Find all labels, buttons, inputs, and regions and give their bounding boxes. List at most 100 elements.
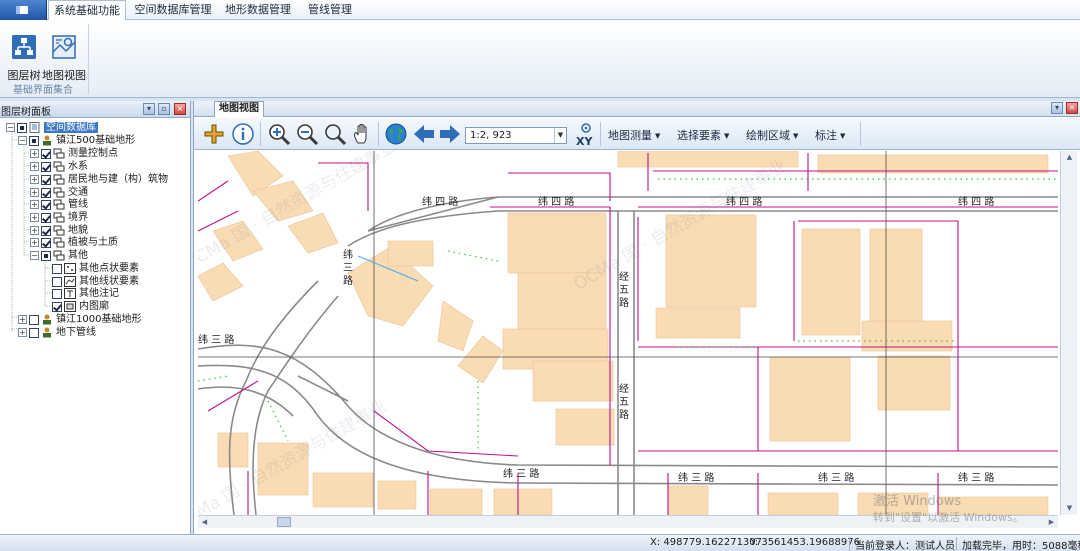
scroll-left-icon[interactable]: ◀ <box>198 516 211 529</box>
add-data-button[interactable] <box>202 122 226 146</box>
scale-select[interactable]: 1:2, 923 ▼ <box>465 127 567 144</box>
tree-expand-toggle[interactable]: + <box>30 188 39 197</box>
ribbon-group-separator <box>88 24 89 94</box>
tree-checkbox[interactable] <box>41 187 51 198</box>
tree-checkbox[interactable] <box>52 288 62 299</box>
panel-pin-button[interactable]: ▫ <box>158 103 170 115</box>
map-horizontal-scrollbar[interactable]: ◀ ▶ <box>198 515 1058 528</box>
tree-checkbox[interactable] <box>29 327 39 338</box>
scrollbar-thumb[interactable] <box>277 517 291 527</box>
road-label: 纬 三 路 <box>198 333 234 346</box>
tree-checkbox[interactable] <box>41 174 51 185</box>
tree-expand-toggle[interactable]: + <box>30 149 39 158</box>
goto-xy-label: XY <box>576 135 593 148</box>
tree-checkbox[interactable] <box>52 276 62 287</box>
chevron-down-icon: ▼ <box>724 132 730 140</box>
tree-node-pipeline[interactable]: + 管线 <box>30 198 88 211</box>
tab-map-view[interactable]: 地图视图 <box>214 101 264 117</box>
tree-expand-toggle[interactable]: + <box>30 200 39 209</box>
tree-node-inner-frame[interactable]: 内图廓 <box>52 300 109 313</box>
tree-node-control-points[interactable]: + 测量控制点 <box>30 147 118 160</box>
tree-checkbox[interactable] <box>29 314 39 325</box>
tree-expand-toggle[interactable]: + <box>30 175 39 184</box>
tree-expand-toggle[interactable]: + <box>30 238 39 247</box>
tree-checkbox[interactable] <box>41 148 51 159</box>
tree-checkbox[interactable] <box>17 122 27 133</box>
tree-node-zhenjiang-1000[interactable]: + 镇江1000基础地形 <box>18 313 141 326</box>
doc-close-button[interactable]: × <box>1066 102 1078 114</box>
tree-label: 镇江1000基础地形 <box>56 314 142 325</box>
tree-label: 居民地与建（构）筑物 <box>68 174 168 185</box>
layer-stack-icon <box>53 199 65 210</box>
tree-checkbox[interactable] <box>41 250 51 261</box>
map-vertical-scrollbar[interactable]: ▲ ▼ <box>1060 151 1077 515</box>
map-view-button[interactable]: 地图视图 <box>42 24 86 86</box>
map-view-panel: 地图视图 ▾ × 1:2, 923 ▼ XY 地图测量 ▼ 选择要素 ▼ 绘制区… <box>193 101 1080 534</box>
tree-node-zhenjiang-500[interactable]: − 镇江500基础地形 <box>18 134 135 147</box>
label-menu[interactable]: 标注 ▼ <box>815 127 845 143</box>
tree-node-other-points[interactable]: 其他点状要素 <box>52 262 139 275</box>
tree-expand-toggle[interactable]: + <box>18 328 27 337</box>
tree-expand-toggle[interactable]: + <box>18 315 27 324</box>
tree-label: 水系 <box>68 161 88 172</box>
tree-checkbox[interactable] <box>52 263 62 274</box>
tab-spatial-db[interactable]: 空间数据库管理 <box>130 0 216 20</box>
panel-close-button[interactable]: × <box>174 103 186 115</box>
zoom-extent-button[interactable] <box>323 122 347 146</box>
tree-expand-toggle[interactable]: + <box>30 226 39 235</box>
tree-node-residential[interactable]: + 居民地与建（构）筑物 <box>30 173 168 186</box>
tree-label: 管线 <box>68 199 88 210</box>
zoom-in-button[interactable] <box>267 122 291 146</box>
tree-checkbox[interactable] <box>41 212 51 223</box>
tree-node-other-annotations[interactable]: 其他注记 <box>52 287 119 300</box>
tree-label: 空间数据库 <box>44 122 98 133</box>
scroll-up-icon[interactable]: ▲ <box>1063 151 1076 164</box>
tree-expand-toggle[interactable]: + <box>30 213 39 222</box>
tree-collapse-toggle[interactable]: − <box>30 251 39 260</box>
ribbon-group-label: 基础界面集合 <box>13 85 73 96</box>
layer-stack-icon <box>53 161 65 172</box>
pan-hand-button[interactable] <box>351 122 375 146</box>
tree-checkbox[interactable] <box>41 225 51 236</box>
tree-node-other[interactable]: − 其他 <box>30 249 88 262</box>
tree-collapse-toggle[interactable]: − <box>18 136 27 145</box>
tree-node-spatial-db[interactable]: − 空间数据库 <box>6 121 98 134</box>
layer-tree-button[interactable]: 图层树 <box>4 24 44 86</box>
full-extent-globe-button[interactable] <box>384 122 408 146</box>
tree-expand-toggle[interactable]: + <box>30 162 39 171</box>
previous-extent-button[interactable] <box>412 122 436 146</box>
tree-checkbox[interactable] <box>41 199 51 210</box>
chevron-down-icon: ▼ <box>655 132 661 140</box>
tab-terrain-data[interactable]: 地形数据管理 <box>220 0 296 20</box>
select-feature-menu[interactable]: 选择要素 ▼ <box>677 127 729 143</box>
tree-checkbox[interactable] <box>41 237 51 248</box>
menu-label: 绘制区域 <box>746 129 790 142</box>
scroll-right-icon[interactable]: ▶ <box>1045 516 1058 529</box>
layer-stack-icon <box>53 250 65 261</box>
tab-pipeline[interactable]: 管线管理 <box>300 0 360 20</box>
map-measure-menu[interactable]: 地图测量 ▼ <box>608 127 660 143</box>
map-canvas[interactable]: 纬 四 路 纬 四 路 纬 四 路 纬 四 路 纬 三 路 纬 三 路 纬 三 … <box>198 151 1058 515</box>
menu-label: 地图测量 <box>608 129 652 142</box>
tree-checkbox[interactable] <box>41 161 51 172</box>
next-extent-button[interactable] <box>438 122 462 146</box>
tree-checkbox[interactable] <box>52 301 62 312</box>
tab-system-basic[interactable]: 系统基础功能 <box>48 0 126 21</box>
tree-label: 其他线状要素 <box>79 276 139 287</box>
panel-dropdown-button[interactable]: ▾ <box>143 103 155 115</box>
layer-stack-icon <box>53 237 65 248</box>
tree-node-boundary[interactable]: + 境界 <box>30 211 88 224</box>
application-menu-button[interactable] <box>0 0 47 20</box>
tree-label: 其他点状要素 <box>79 263 139 274</box>
tree-checkbox[interactable] <box>29 135 39 146</box>
scroll-down-icon[interactable]: ▼ <box>1063 502 1076 515</box>
tree-node-underground-pipeline[interactable]: + 地下管线 <box>18 326 96 339</box>
tree-node-water[interactable]: + 水系 <box>30 160 88 173</box>
tree-node-vegetation[interactable]: + 植被与土质 <box>30 236 118 249</box>
chevron-down-icon[interactable]: ▼ <box>554 128 566 143</box>
identify-info-button[interactable] <box>231 122 255 146</box>
tree-collapse-toggle[interactable]: − <box>6 123 15 132</box>
draw-region-menu[interactable]: 绘制区域 ▼ <box>746 127 798 143</box>
doc-dropdown-button[interactable]: ▾ <box>1051 102 1063 114</box>
zoom-out-button[interactable] <box>295 122 319 146</box>
